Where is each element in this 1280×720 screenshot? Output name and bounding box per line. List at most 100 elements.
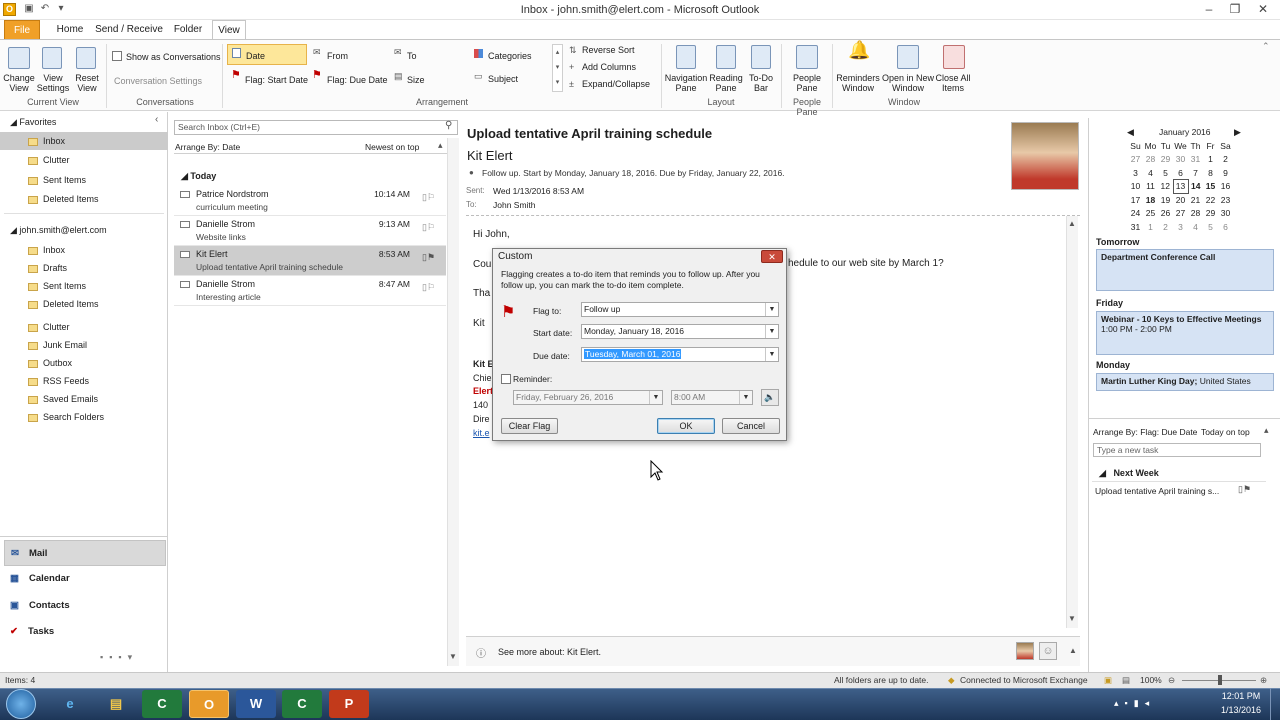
nav-mail[interactable]: ✉ Mail	[4, 540, 166, 566]
cal-day[interactable]: 6	[1173, 166, 1188, 180]
show-conversations-label[interactable]: Show as Conversations	[126, 52, 221, 62]
scroll-up-icon[interactable]: ▲	[1068, 219, 1076, 228]
task-sort-label[interactable]: Today on top	[1201, 427, 1250, 437]
nav-calendar[interactable]: ▦ Calendar	[4, 566, 172, 592]
reset-view-button[interactable]: Reset View	[70, 73, 104, 93]
reminder-sound-icon[interactable]: 🔈	[761, 389, 779, 406]
cal-day[interactable]: 2	[1218, 153, 1233, 167]
cal-day[interactable]: 5	[1203, 220, 1218, 234]
nav-folder-search[interactable]: Search Folders	[0, 408, 168, 426]
cal-day[interactable]: 8	[1203, 166, 1218, 180]
reminder-date-select[interactable]: Friday, February 26, 2016 ▼	[513, 390, 663, 405]
expand-people-icon[interactable]: ▲	[1069, 646, 1077, 655]
appointment-tomorrow[interactable]: Department Conference Call	[1096, 249, 1274, 291]
reading-scrollbar[interactable]	[1066, 216, 1078, 628]
arrange-from-button[interactable]: From	[327, 51, 348, 61]
cal-day[interactable]: 10	[1128, 180, 1143, 194]
nav-folder-deleted[interactable]: Deleted Items	[0, 295, 168, 313]
cancel-button[interactable]: Cancel	[722, 418, 780, 434]
cal-day[interactable]: 19	[1158, 193, 1173, 207]
nav-favorite-sent[interactable]: Sent Items	[0, 171, 168, 189]
show-desktop-button[interactable]	[1270, 688, 1280, 720]
minimize-button[interactable]: –	[1198, 1, 1220, 17]
cal-day[interactable]: 2	[1158, 220, 1173, 234]
tab-home[interactable]: Home	[50, 20, 90, 40]
cal-day[interactable]: 14	[1188, 180, 1203, 194]
cal-day[interactable]: 3	[1173, 220, 1188, 234]
explorer-taskbar-icon[interactable]: ▤	[96, 690, 136, 718]
cal-day[interactable]: 4	[1143, 166, 1158, 180]
cal-day[interactable]: 21	[1188, 193, 1203, 207]
message-row[interactable]: Danielle Strom Interesting article 8:47 …	[174, 276, 446, 306]
person-placeholder-icon[interactable]: ☺	[1039, 642, 1057, 660]
cal-day[interactable]: 30	[1218, 207, 1233, 221]
nav-folder-drafts[interactable]: Drafts	[0, 259, 168, 277]
normal-view-icon[interactable]: ▣	[1104, 673, 1112, 688]
start-button[interactable]	[6, 689, 36, 719]
nav-favorite-clutter[interactable]: Clutter	[0, 151, 168, 169]
sort-arrow-icon[interactable]: ▴	[438, 140, 443, 151]
cal-day[interactable]: 26	[1158, 207, 1173, 221]
zoom-slider-thumb[interactable]	[1218, 675, 1222, 685]
message-row[interactable]: Patrice Nordstrom curriculum meeting 10:…	[174, 186, 446, 216]
cal-day[interactable]: 31	[1188, 153, 1203, 167]
todo-bar-button[interactable]: To-Do Bar	[744, 73, 778, 93]
cal-day[interactable]: 4	[1188, 220, 1203, 234]
group-next-week[interactable]: ◢ Next Week	[1099, 468, 1159, 479]
ie-taskbar-icon[interactable]: e	[50, 690, 90, 718]
reverse-sort-button[interactable]: Reverse Sort	[582, 45, 635, 55]
favorites-header[interactable]: ◢ Favorites	[10, 117, 56, 128]
zoom-level[interactable]: 100%	[1140, 673, 1162, 688]
message-row[interactable]: Danielle Strom Website links 9:13 AM ▯⚐	[174, 216, 446, 246]
task-item[interactable]: Upload tentative April training s...	[1095, 486, 1219, 496]
nav-favorite-deleted[interactable]: Deleted Items	[0, 190, 168, 208]
dropdown-arrow-icon[interactable]: ▼	[649, 391, 662, 404]
dropdown-arrow-icon[interactable]: ▼	[765, 325, 778, 338]
cal-day[interactable]: 28	[1143, 153, 1158, 167]
taskbar-time[interactable]: 12:01 PM	[1216, 691, 1266, 701]
cal-day[interactable]: 7	[1188, 166, 1203, 180]
zoom-in-icon[interactable]: ⊕	[1260, 673, 1267, 688]
cal-day[interactable]: 29	[1158, 153, 1173, 167]
arrange-flag-start-button[interactable]: Flag: Start Date	[245, 75, 308, 85]
system-tray-icons[interactable]: ▴▪▮◂	[1114, 698, 1155, 709]
outlook-taskbar-icon[interactable]: O	[189, 690, 229, 718]
list-scrollbar[interactable]	[447, 138, 459, 666]
tab-folder[interactable]: Folder	[168, 20, 208, 40]
cal-day[interactable]: 1	[1143, 220, 1158, 234]
cal-day[interactable]: 17	[1128, 193, 1143, 207]
show-conversations-checkbox[interactable]	[112, 51, 122, 61]
navigation-pane-button[interactable]: Navigation Pane	[663, 73, 709, 93]
flag-icon[interactable]: ▯⚑	[422, 252, 440, 262]
cal-day[interactable]: 11	[1143, 180, 1158, 194]
nav-folder-outbox[interactable]: Outbox	[0, 354, 168, 372]
camtasia-recorder-taskbar-icon[interactable]: C	[282, 690, 322, 718]
cal-day[interactable]: 9	[1218, 166, 1233, 180]
cal-day[interactable]: 22	[1203, 193, 1218, 207]
flag-icon[interactable]: ▯⚐	[422, 282, 440, 292]
search-inbox-input[interactable]: Search Inbox (Ctrl+E)	[174, 120, 458, 135]
cal-day[interactable]: 27	[1173, 207, 1188, 221]
people-pane-button[interactable]: People Pane	[786, 73, 828, 93]
tab-view[interactable]: View	[212, 20, 246, 40]
clear-flag-button[interactable]: Clear Flag	[501, 418, 558, 434]
reminders-window-button[interactable]: Reminders Window	[836, 73, 880, 93]
people-see-more[interactable]: See more about: Kit Elert.	[498, 647, 601, 657]
group-today[interactable]: ◢ Today	[181, 171, 216, 182]
nav-folder-rss[interactable]: RSS Feeds	[0, 372, 168, 390]
arrange-by-label[interactable]: Arrange By: Date	[175, 142, 240, 152]
task-flag-icon[interactable]: ▯⚑	[1238, 484, 1251, 495]
flag-icon[interactable]: ▯⚐	[422, 192, 440, 202]
dialog-close-button[interactable]: ✕	[761, 250, 783, 263]
conversation-settings-button[interactable]: Conversation Settings	[114, 76, 202, 86]
arrange-subject-button[interactable]: Subject	[488, 74, 518, 84]
nav-favorite-inbox[interactable]: Inbox	[0, 132, 168, 150]
cal-day[interactable]: 20	[1173, 193, 1188, 207]
due-date-select[interactable]: Tuesday, March 01, 2016 ▼	[581, 347, 779, 362]
view-settings-button[interactable]: View Settings	[36, 73, 70, 93]
date-navigator[interactable]: Su Mo Tu We Th Fr Sa 27 28 29 30 31 1 2 3456789 10 11…	[1128, 139, 1233, 234]
arrange-categories-button[interactable]: Categories	[488, 51, 532, 61]
sort-order-label[interactable]: Newest on top	[365, 142, 419, 152]
cal-day[interactable]: 18	[1143, 193, 1158, 207]
cal-day[interactable]: 25	[1143, 207, 1158, 221]
